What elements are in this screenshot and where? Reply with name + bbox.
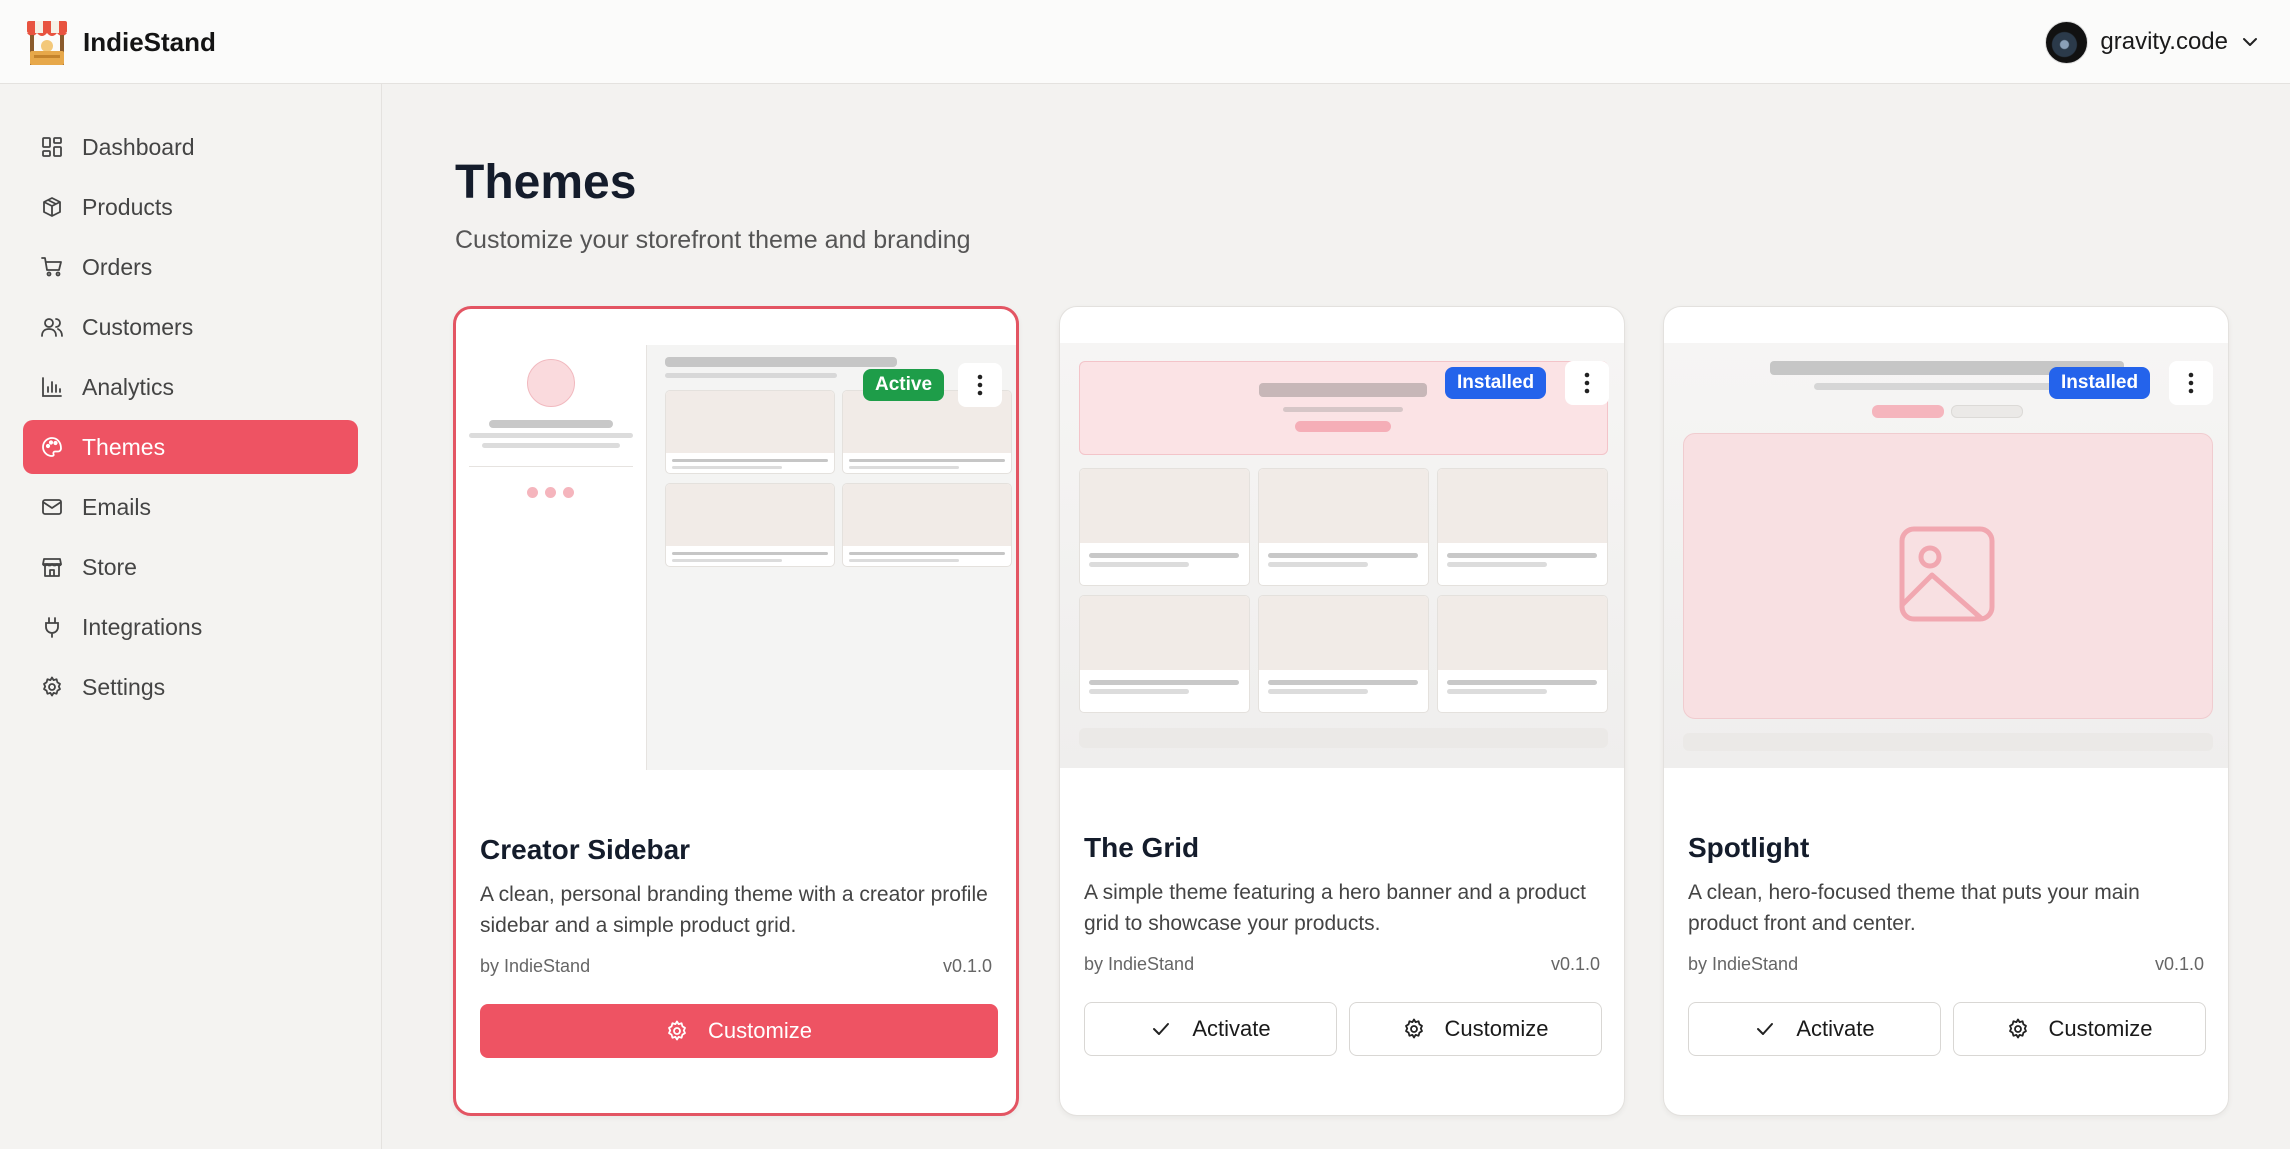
theme-name: Creator Sidebar (480, 834, 691, 865)
sidebar-item-label: Emails (82, 493, 152, 520)
sidebar-item-label: Dashboard (82, 133, 195, 160)
package-icon (40, 195, 64, 219)
theme-description: A simple theme featuring a hero banner a… (1084, 881, 1586, 935)
theme-card-creator-sidebar: Active Creator Sidebar A clean, personal… (453, 306, 1019, 1116)
store-icon (40, 555, 64, 579)
activate-label: Activate (1192, 1016, 1271, 1041)
sidebar-item-label: Themes (82, 433, 166, 460)
sidebar-item-label: Customers (82, 313, 194, 340)
theme-preview (456, 345, 1016, 770)
more-options-button[interactable] (2169, 361, 2213, 405)
customize-label: Customize (708, 1018, 812, 1043)
theme-preview (1060, 343, 1624, 768)
customize-button[interactable]: Customize (1349, 1002, 1602, 1056)
gear-icon (668, 1020, 686, 1041)
app-name: IndieStand (83, 27, 216, 57)
store-logo-icon[interactable] (24, 17, 70, 67)
user-menu[interactable]: gravity.code (2045, 20, 2260, 64)
activate-button[interactable]: Activate (1084, 1002, 1337, 1056)
sidebar-item-label: Analytics (82, 373, 175, 400)
top-bar: IndieStand gravity.code (0, 0, 2290, 84)
sidebar-item-settings[interactable]: Settings (23, 660, 358, 714)
theme-author: by IndieStand (1688, 954, 1799, 974)
status-badge: Active (863, 369, 945, 401)
plug-icon (40, 615, 64, 639)
bar-chart-icon (40, 375, 64, 399)
sidebar-item-label: Products (82, 193, 173, 220)
more-options-button[interactable] (1565, 361, 1609, 405)
gear-icon (40, 675, 64, 699)
sidebar-item-integrations[interactable]: Integrations (23, 600, 358, 654)
sidebar: Dashboard Products Orders Customers Anal… (0, 84, 382, 1149)
avatar (2045, 20, 2089, 64)
customize-label: Customize (2048, 1016, 2153, 1041)
theme-author: by IndieStand (1084, 954, 1195, 974)
check-icon (1757, 1023, 1774, 1035)
theme-name: The Grid (1084, 832, 1200, 863)
theme-version: v0.1.0 (1550, 954, 1600, 974)
mail-icon (40, 495, 64, 519)
sidebar-item-themes[interactable]: Themes (23, 420, 358, 474)
status-badge: Installed (1445, 367, 1547, 399)
gear-icon (2008, 1018, 2027, 1039)
customize-label: Customize (1444, 1016, 1549, 1041)
theme-description: A clean, personal branding theme with a … (480, 883, 988, 937)
theme-card-spotlight: Installed Spotlight A clean, hero-focuse… (1663, 306, 2229, 1116)
dashboard-icon (40, 135, 64, 159)
customize-button[interactable]: Customize (1953, 1002, 2206, 1056)
sidebar-item-store[interactable]: Store (23, 540, 358, 594)
username: gravity.code (2100, 28, 2228, 55)
users-icon (40, 315, 64, 339)
customize-button[interactable]: Customize (480, 1004, 998, 1058)
theme-author: by IndieStand (480, 956, 591, 976)
sidebar-item-dashboard[interactable]: Dashboard (23, 120, 358, 174)
sidebar-item-orders[interactable]: Orders (23, 240, 358, 294)
theme-version: v0.1.0 (942, 956, 992, 976)
sidebar-item-label: Orders (82, 253, 153, 280)
sidebar-item-label: Store (82, 553, 137, 580)
theme-preview (1664, 343, 2228, 768)
theme-version: v0.1.0 (2154, 954, 2204, 974)
check-icon (1153, 1023, 1170, 1035)
page-title: Themes (455, 156, 637, 209)
sidebar-item-emails[interactable]: Emails (23, 480, 358, 534)
theme-description: A clean, hero-focused theme that puts yo… (1688, 881, 2140, 935)
kebab-menu-icon (2188, 372, 2194, 394)
chevron-down-icon (2243, 38, 2257, 46)
cart-icon (40, 255, 64, 279)
sidebar-item-analytics[interactable]: Analytics (23, 360, 358, 414)
page-subtitle: Customize your storefront theme and bran… (455, 226, 971, 254)
theme-name: Spotlight (1688, 832, 1810, 863)
status-badge: Installed (2049, 367, 2151, 399)
gear-icon (1404, 1018, 1423, 1039)
palette-icon (40, 435, 64, 459)
sidebar-item-products[interactable]: Products (23, 180, 358, 234)
activate-label: Activate (1796, 1016, 1875, 1041)
more-options-button[interactable] (958, 363, 1002, 407)
sidebar-item-label: Settings (82, 673, 166, 700)
activate-button[interactable]: Activate (1688, 1002, 1941, 1056)
sidebar-item-customers[interactable]: Customers (23, 300, 358, 354)
kebab-menu-icon (1584, 372, 1590, 394)
image-placeholder-icon (1899, 526, 1995, 622)
sidebar-item-label: Integrations (82, 613, 203, 640)
kebab-menu-icon (977, 374, 983, 396)
theme-card-the-grid: Installed The Grid A simple theme featur… (1059, 306, 1625, 1116)
